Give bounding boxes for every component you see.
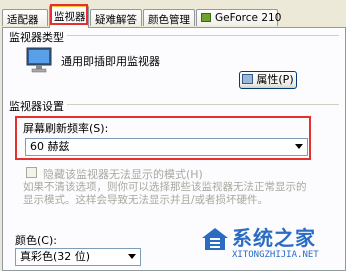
properties-button-label: 属性(P) bbox=[256, 73, 294, 86]
nvidia-icon bbox=[201, 13, 211, 22]
tab-geforce-label: GeForce 210 bbox=[215, 12, 282, 24]
group-divider bbox=[63, 35, 339, 36]
chevron-down-icon bbox=[295, 144, 303, 149]
hide-modes-checkbox[interactable] bbox=[26, 167, 37, 178]
tab-adapter[interactable]: 适配器 bbox=[2, 9, 48, 26]
tab-color-management-label: 颜色管理 bbox=[148, 14, 190, 26]
monitor-name: 通用即插即用监视器 bbox=[61, 55, 160, 68]
monitor-type-group-title: 监视器类型 bbox=[9, 29, 67, 45]
hide-modes-description-line1: 如果不清该选项，则你可以选择那些该监视器无法正常显示的 bbox=[23, 181, 307, 193]
refresh-rate-label: 屏幕刷新频率(S): bbox=[23, 122, 109, 135]
refresh-rate-value: 60 赫兹 bbox=[30, 140, 70, 153]
colors-label: 颜色(C): bbox=[15, 234, 57, 247]
tab-geforce[interactable]: GeForce 210 bbox=[196, 9, 282, 26]
hide-modes-description-line2: 显示模式。这样会导致无法显示并且/或者损坏硬件。 bbox=[23, 194, 269, 206]
monitor-settings-group-title: 监视器设置 bbox=[9, 98, 67, 114]
colors-value: 真彩色(32 位) bbox=[20, 250, 91, 263]
hide-modes-label: 隐藏该监视器无法显示的模式(H) bbox=[43, 168, 203, 181]
tab-monitor[interactable]: 监视器 bbox=[49, 5, 89, 28]
tab-monitor-label: 监视器 bbox=[54, 11, 86, 23]
watermark-url: XITONGZHIJIA.NET bbox=[232, 250, 319, 260]
tab-adapter-label: 适配器 bbox=[7, 14, 39, 26]
tab-color-management[interactable]: 颜色管理 bbox=[143, 9, 195, 26]
watermark-logo-icon bbox=[202, 228, 228, 250]
watermark-title: 系统之家 bbox=[232, 226, 316, 250]
colors-select[interactable]: 真彩色(32 位) bbox=[15, 248, 141, 266]
properties-icon bbox=[242, 74, 254, 84]
group-divider bbox=[63, 104, 339, 105]
tab-troubleshoot[interactable]: 疑难解答 bbox=[90, 9, 142, 26]
monitor-icon bbox=[26, 47, 52, 73]
watermark: 系统之家 XITONGZHIJIA.NET bbox=[200, 222, 346, 271]
properties-button[interactable]: 属性(P) bbox=[239, 71, 297, 89]
chevron-down-icon bbox=[128, 254, 136, 259]
tab-troubleshoot-label: 疑难解答 bbox=[95, 14, 137, 26]
tab-strip: 适配器 监视器 疑难解答 颜色管理 GeForce 210 bbox=[0, 0, 346, 28]
refresh-rate-select[interactable]: 60 赫兹 bbox=[25, 138, 308, 156]
